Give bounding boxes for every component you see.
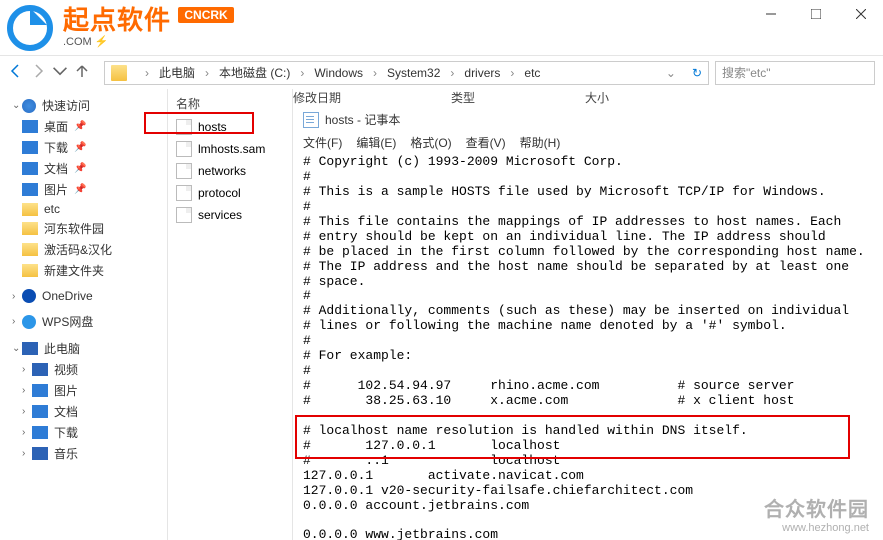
file-icon bbox=[176, 185, 192, 201]
maximize-button[interactable] bbox=[793, 0, 838, 28]
search-input[interactable]: 搜索"etc" bbox=[715, 61, 875, 85]
sidebar-this-pc[interactable]: ⌄此电脑 bbox=[0, 338, 167, 359]
sidebar-item-videos[interactable]: ›视频 bbox=[0, 359, 167, 380]
refresh-button[interactable]: ↻ bbox=[692, 66, 702, 80]
pin-icon: 📌 bbox=[74, 142, 86, 153]
minimize-button[interactable] bbox=[748, 0, 793, 28]
sidebar-item-etc[interactable]: etc bbox=[0, 200, 167, 218]
menu-edit[interactable]: 编辑(E) bbox=[356, 134, 396, 151]
file-row[interactable]: protocol bbox=[168, 182, 292, 204]
sidebar-item-documents[interactable]: 文档📌 bbox=[0, 158, 167, 179]
logo-icon bbox=[5, 3, 55, 53]
nav-up[interactable] bbox=[74, 63, 90, 82]
folder-icon bbox=[111, 65, 127, 81]
sidebar-item-folder[interactable]: 新建文件夹 bbox=[0, 260, 167, 281]
breadcrumb-item[interactable]: drivers bbox=[464, 66, 500, 80]
sidebar-wps[interactable]: ›WPS网盘 bbox=[0, 311, 167, 332]
file-list-pane: 名称 hosts lmhosts.sam networks protocol s… bbox=[168, 89, 293, 540]
pin-icon: 📌 bbox=[74, 121, 86, 132]
watermark: 合众软件园 www.hezhong.net bbox=[764, 493, 869, 534]
breadcrumb-item[interactable]: etc bbox=[524, 66, 540, 80]
menu-file[interactable]: 文件(F) bbox=[303, 134, 342, 151]
breadcrumb-item[interactable]: Windows bbox=[314, 66, 363, 80]
notepad-title: hosts - 记事本 bbox=[325, 111, 400, 128]
menu-format[interactable]: 格式(O) bbox=[410, 134, 451, 151]
nav-forward[interactable] bbox=[30, 63, 46, 82]
nav-dropdown[interactable] bbox=[52, 63, 68, 82]
menu-view[interactable]: 查看(V) bbox=[466, 134, 506, 151]
file-icon bbox=[176, 207, 192, 223]
file-row[interactable]: networks bbox=[168, 160, 292, 182]
notepad-content[interactable]: # Copyright (c) 1993-2009 Microsoft Corp… bbox=[303, 155, 873, 540]
file-row-hosts[interactable]: hosts bbox=[168, 116, 292, 138]
breadcrumb-item[interactable]: System32 bbox=[387, 66, 440, 80]
breadcrumb[interactable]: › 此电脑› 本地磁盘 (C:)› Windows› System32› dri… bbox=[104, 61, 709, 85]
watermark-title: 合众软件园 bbox=[764, 493, 869, 522]
logo-text: 起点软件 CNCRK .COM ⚡ bbox=[63, 7, 234, 48]
col-type: 类型 bbox=[451, 89, 475, 106]
notepad-icon bbox=[303, 112, 319, 128]
sidebar-item-downloads[interactable]: ›下载 bbox=[0, 422, 167, 443]
col-date: 修改日期 bbox=[293, 89, 341, 106]
sidebar-item-folder[interactable]: 激活码&汉化 bbox=[0, 239, 167, 260]
watermark-url: www.hezhong.net bbox=[764, 522, 869, 534]
col-size: 大小 bbox=[585, 89, 609, 106]
sidebar-item-desktop[interactable]: 桌面📌 bbox=[0, 116, 167, 137]
sidebar-item-folder[interactable]: 河东软件园 bbox=[0, 218, 167, 239]
logo-badge: CNCRK bbox=[178, 7, 233, 23]
col-name[interactable]: 名称 bbox=[176, 95, 200, 112]
logo-title: 起点软件 bbox=[63, 5, 171, 35]
breadcrumb-item[interactable]: 此电脑 bbox=[159, 64, 195, 81]
breadcrumb-item[interactable]: 本地磁盘 (C:) bbox=[219, 64, 290, 81]
menu-help[interactable]: 帮助(H) bbox=[520, 134, 561, 151]
logo-sub: .COM ⚡ bbox=[63, 35, 234, 48]
sidebar: ⌄快速访问 桌面📌 下载📌 文档📌 图片📌 etc 河东软件园 激活码&汉化 新… bbox=[0, 89, 168, 540]
notepad-window: hosts - 记事本 文件(F) 编辑(E) 格式(O) 查看(V) 帮助(H… bbox=[293, 89, 883, 540]
search-placeholder: 搜索"etc" bbox=[722, 64, 771, 81]
breadcrumb-dropdown[interactable]: ⌄ bbox=[666, 66, 676, 80]
file-row[interactable]: lmhosts.sam bbox=[168, 138, 292, 160]
file-icon bbox=[176, 141, 192, 157]
notepad-menu: 文件(F) 编辑(E) 格式(O) 查看(V) 帮助(H) bbox=[303, 134, 873, 151]
sidebar-quick-access[interactable]: ⌄快速访问 bbox=[0, 95, 167, 116]
highlight-box bbox=[295, 415, 850, 459]
sidebar-item-pictures[interactable]: 图片📌 bbox=[0, 179, 167, 200]
sidebar-onedrive[interactable]: ›OneDrive bbox=[0, 287, 167, 305]
sidebar-item-documents[interactable]: ›文档 bbox=[0, 401, 167, 422]
column-headers: 修改日期 类型 大小 bbox=[293, 89, 609, 106]
file-icon bbox=[176, 163, 192, 179]
sidebar-item-pictures[interactable]: ›图片 bbox=[0, 380, 167, 401]
pin-icon: 📌 bbox=[74, 163, 86, 174]
sidebar-item-downloads[interactable]: 下载📌 bbox=[0, 137, 167, 158]
sidebar-item-music[interactable]: ›音乐 bbox=[0, 443, 167, 464]
nav-back[interactable] bbox=[8, 63, 24, 82]
file-icon bbox=[176, 119, 192, 135]
file-row[interactable]: services bbox=[168, 204, 292, 226]
close-button[interactable] bbox=[838, 0, 883, 28]
pin-icon: 📌 bbox=[74, 184, 86, 195]
